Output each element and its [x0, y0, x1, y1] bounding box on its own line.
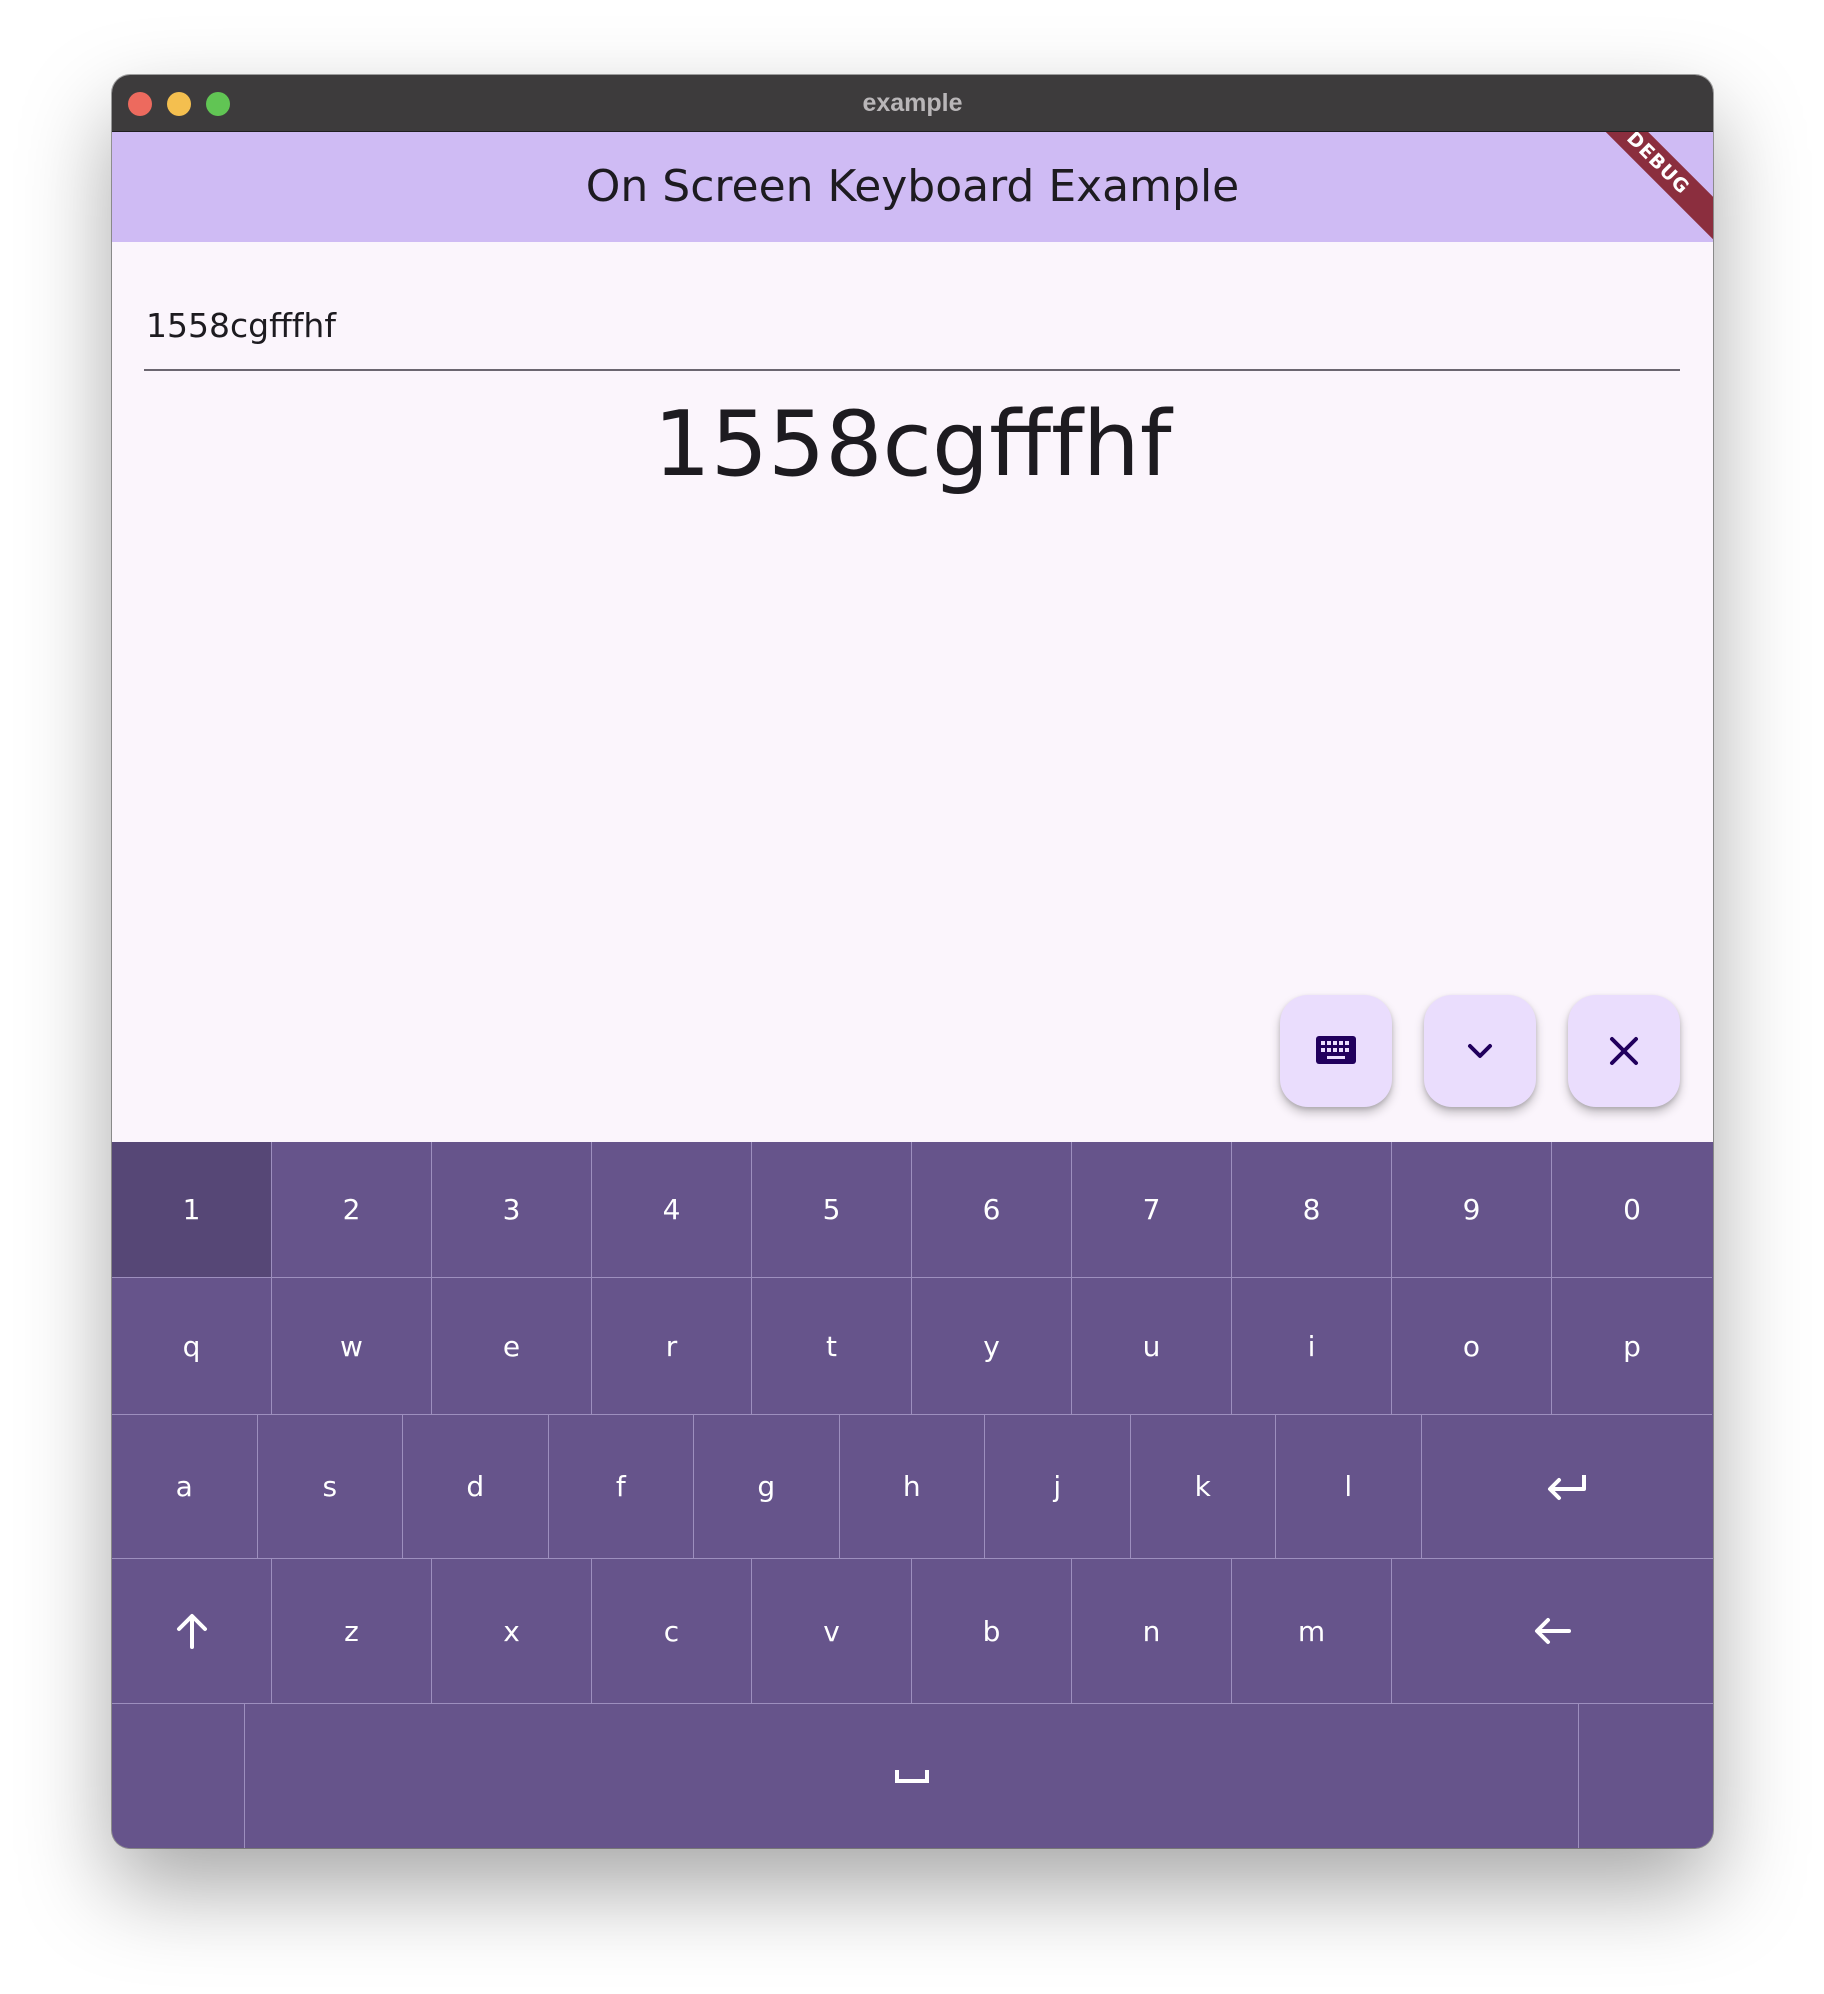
hide-keyboard-button[interactable] [1424, 995, 1536, 1107]
key-shift[interactable] [112, 1559, 272, 1704]
key-c[interactable]: c [592, 1559, 752, 1704]
window-title: example [862, 89, 963, 117]
key-5[interactable]: 5 [752, 1142, 912, 1278]
key-x[interactable]: x [432, 1559, 592, 1704]
enter-icon [1545, 1472, 1589, 1502]
key-left-blank[interactable] [112, 1704, 245, 1848]
key-6[interactable]: 6 [912, 1142, 1072, 1278]
key-b[interactable]: b [912, 1559, 1072, 1704]
shift-icon [174, 1612, 210, 1650]
key-w[interactable]: w [272, 1278, 432, 1415]
key-g[interactable]: g [694, 1415, 840, 1559]
key-z[interactable]: z [272, 1559, 432, 1704]
key-s[interactable]: s [257, 1415, 403, 1559]
key-d[interactable]: d [403, 1415, 549, 1559]
key-4[interactable]: 4 [592, 1142, 752, 1278]
key-e[interactable]: e [432, 1278, 592, 1415]
key-v[interactable]: v [752, 1559, 912, 1704]
key-o[interactable]: o [1392, 1278, 1552, 1415]
key-l[interactable]: l [1276, 1415, 1422, 1559]
key-t[interactable]: t [752, 1278, 912, 1415]
key-j[interactable]: j [985, 1415, 1131, 1559]
key-3[interactable]: 3 [432, 1142, 592, 1278]
key-p[interactable]: p [1552, 1278, 1712, 1415]
key-right-blank[interactable] [1579, 1704, 1713, 1848]
show-keyboard-button[interactable] [1280, 995, 1392, 1107]
backspace-icon [1533, 1616, 1573, 1646]
close-icon [1607, 1034, 1641, 1068]
app-window: example On Screen Keyboard Example DEBUG… [112, 75, 1713, 1848]
key-0[interactable]: 0 [1552, 1142, 1712, 1278]
on-screen-keyboard: 1 2 3 4 5 6 7 8 9 0 q w e r t y u i o p … [112, 1142, 1713, 1848]
key-2[interactable]: 2 [272, 1142, 432, 1278]
keyboard-row-digits: 1 2 3 4 5 6 7 8 9 0 [112, 1142, 1713, 1278]
keyboard-row-middle-letters: a s d f g h j k l [112, 1415, 1713, 1559]
key-8[interactable]: 8 [1232, 1142, 1392, 1278]
key-n[interactable]: n [1072, 1559, 1232, 1704]
main-content: 1558cgfffhf [112, 242, 1713, 1213]
page-title: On Screen Keyboard Example [585, 161, 1240, 212]
key-space[interactable] [245, 1704, 1579, 1848]
key-1[interactable]: 1 [112, 1142, 272, 1278]
key-7[interactable]: 7 [1072, 1142, 1232, 1278]
keyboard-row-top-letters: q w e r t y u i o p [112, 1278, 1713, 1415]
key-enter[interactable] [1421, 1415, 1713, 1559]
key-k[interactable]: k [1130, 1415, 1276, 1559]
key-a[interactable]: a [112, 1415, 258, 1559]
key-m[interactable]: m [1232, 1559, 1392, 1704]
title-bar[interactable]: example [112, 75, 1713, 132]
key-q[interactable]: q [112, 1278, 272, 1415]
key-u[interactable]: u [1072, 1278, 1232, 1415]
key-9[interactable]: 9 [1392, 1142, 1552, 1278]
key-f[interactable]: f [548, 1415, 694, 1559]
key-h[interactable]: h [839, 1415, 985, 1559]
space-icon [894, 1768, 929, 1784]
app-bar: On Screen Keyboard Example DEBUG [112, 132, 1713, 242]
key-y[interactable]: y [912, 1278, 1072, 1415]
chevron-down-icon [1465, 1041, 1495, 1061]
close-keyboard-button[interactable] [1568, 995, 1680, 1107]
key-backspace[interactable] [1392, 1559, 1713, 1704]
keyboard-icon [1314, 1034, 1358, 1068]
text-input[interactable] [144, 282, 1680, 371]
key-r[interactable]: r [592, 1278, 752, 1415]
echo-text: 1558cgfffhf [653, 392, 1172, 497]
key-i[interactable]: i [1232, 1278, 1392, 1415]
keyboard-row-bottom-letters: z x c v b n m [112, 1559, 1713, 1704]
keyboard-row-space [112, 1704, 1713, 1848]
